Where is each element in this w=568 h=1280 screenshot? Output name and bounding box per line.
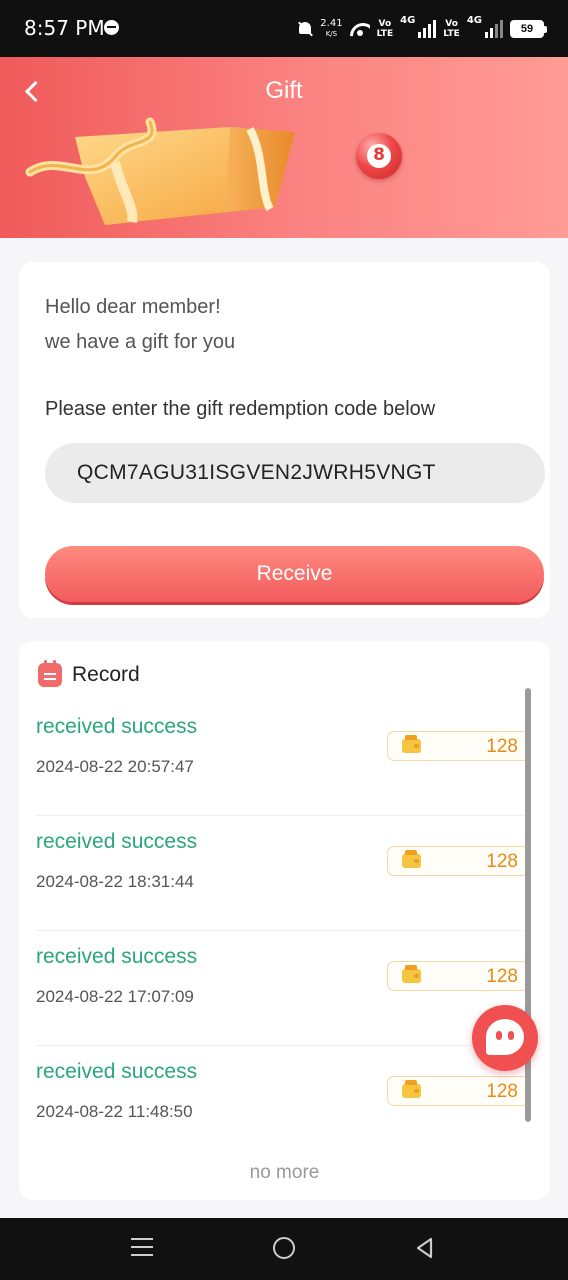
net-speed: 2.41 K/S <box>320 19 342 39</box>
chat-support-button[interactable] <box>472 1005 538 1071</box>
signal-icon <box>418 20 437 38</box>
battery-icon: 59 <box>510 20 547 38</box>
recent-apps-button[interactable] <box>131 1238 153 1256</box>
status-icons: 2.41 K/S Vo LTE 4G Vo LTE 4G 59 <box>297 14 547 44</box>
record-header: Record <box>38 660 140 689</box>
receive-button[interactable]: Receive <box>45 546 544 602</box>
record-status: received success <box>36 1060 198 1083</box>
redeem-instruction: Please enter the gift redemption code be… <box>45 398 436 420</box>
no-more-label: no more <box>249 1162 320 1183</box>
redeem-card: Hello dear member! we have a gift for yo… <box>19 262 550 618</box>
calendar-icon <box>38 660 62 687</box>
net-speed-value: 2.41 <box>320 18 343 29</box>
triangle-back-icon <box>416 1237 433 1259</box>
amount-badge: 128 <box>387 846 531 876</box>
list-item: received success 2024-08-22 11:48:50 128 <box>36 1046 531 1161</box>
amount-value: 128 <box>486 736 518 757</box>
page-header: Gift 8 <box>0 57 568 238</box>
status-time: 8:57 PM <box>24 16 105 40</box>
record-list: received success 2024-08-22 20:57:47 128… <box>36 701 531 1161</box>
list-item: received success 2024-08-22 20:57:47 128 <box>36 701 531 816</box>
sig1-label: 4G <box>400 15 416 26</box>
ball-number: 8 <box>373 145 385 165</box>
amount-value: 128 <box>486 966 518 987</box>
lottery-ball-icon: 8 <box>356 133 402 179</box>
amount-value: 128 <box>486 851 518 872</box>
sig2-label: 4G <box>466 15 482 26</box>
chat-icon <box>486 1019 524 1055</box>
wallet-icon <box>402 735 421 753</box>
record-status: received success <box>36 830 198 853</box>
status-bar: 8:57 PM 2.41 K/S Vo LTE 4G Vo LTE 4G 59 <box>0 0 568 57</box>
record-time: 2024-08-22 11:48:50 <box>36 1102 193 1121</box>
page-title: Gift <box>265 77 303 104</box>
record-card: Record received success 2024-08-22 20:57… <box>19 641 550 1200</box>
record-status: received success <box>36 945 198 968</box>
amount-badge: 128 <box>387 731 531 761</box>
gift-box-illustration <box>25 117 295 225</box>
nav-back-button[interactable] <box>414 1237 436 1259</box>
record-title: Record <box>72 663 140 686</box>
volte-icon: Vo LTE <box>376 19 394 39</box>
battery-level: 59 <box>520 23 534 35</box>
wallet-icon <box>402 965 421 983</box>
net-speed-unit: K/S <box>325 30 338 38</box>
amount-badge: 128 <box>387 961 531 991</box>
list-item: received success 2024-08-22 17:07:09 128 <box>36 931 531 1046</box>
record-status: received success <box>36 715 198 738</box>
signal-icon-2 <box>485 20 503 38</box>
wallet-icon <box>402 850 421 868</box>
chat-notification-icon <box>104 20 119 35</box>
volte-icon-2: Vo LTE <box>443 19 460 39</box>
system-nav-bar <box>0 1218 568 1280</box>
greeting-line-1: Hello dear member! <box>45 296 221 318</box>
wallet-icon <box>402 1080 421 1098</box>
record-time: 2024-08-22 17:07:09 <box>36 987 194 1006</box>
amount-badge: 128 <box>387 1076 531 1106</box>
amount-value: 128 <box>486 1081 518 1102</box>
list-item: received success 2024-08-22 18:31:44 128 <box>36 816 531 931</box>
greeting-line-2: we have a gift for you <box>45 331 236 353</box>
redemption-code-input[interactable] <box>45 443 545 503</box>
greeting: Hello dear member! we have a gift for yo… <box>45 290 235 360</box>
wifi-icon <box>350 21 370 37</box>
mute-icon <box>297 20 313 38</box>
record-time: 2024-08-22 18:31:44 <box>36 872 194 891</box>
home-button[interactable] <box>273 1237 295 1259</box>
record-time: 2024-08-22 20:57:47 <box>36 757 194 776</box>
